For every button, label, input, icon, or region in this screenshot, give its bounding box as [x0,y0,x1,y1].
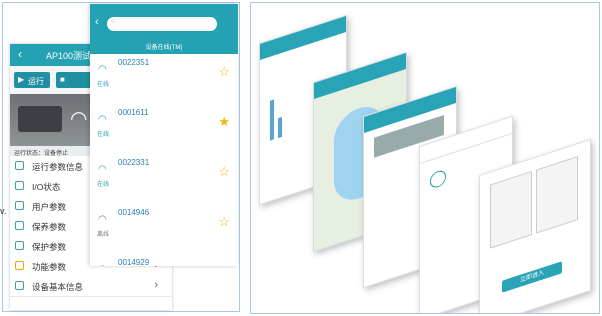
left-marker-text: v. [0,206,7,216]
menu-item-device-info[interactable]: 设备基本信息 › [10,276,172,297]
wifi-icon: ◠ [98,64,107,75]
device-panel-image [536,156,578,234]
online-status: 在线 [97,82,110,88]
device-row[interactable]: ◠ 在线 0001611 ★ [90,104,238,155]
run-button-label: 运行 [28,77,44,86]
monitor-icon [15,161,24,170]
play-icon: ▶ [18,75,25,84]
stop-button[interactable]: ■ [56,72,92,88]
back-chevron-icon[interactable]: ‹ [95,16,99,28]
right-screenshot-frame: 立即进入 [250,2,600,314]
menu-label: 保养参数 [32,222,67,232]
wifi-icon: ◠ [70,108,88,130]
device-row[interactable]: ◠ 0014929 [90,254,238,266]
device-row[interactable]: ◠ 在线 0022331 ☆ [90,154,238,205]
wifi-icon: ◠ [98,164,107,175]
wifi-icon: ◠ [98,114,107,125]
online-status: 离线 [97,232,110,238]
chevron-right-icon: › [154,279,158,291]
stop-icon: ■ [60,75,65,84]
user-icon [15,201,24,210]
list-header: ‹ ○ 设备在线(TM) [90,4,238,54]
status-icon [430,168,446,190]
device-panel-image [490,170,532,249]
menu-label: I/O状态 [32,182,61,192]
star-outline-icon[interactable]: ☆ [218,164,230,180]
io-icon [15,181,24,190]
list-subtitle: 设备在线(TM) [145,45,183,51]
device-list-screen: ‹ ○ 设备在线(TM) ◠ 在线 0022351 ☆ ◠ 在线 0001611… [90,4,238,266]
device-row[interactable]: ◠ 离线 0014946 ☆ [90,204,238,255]
online-status: 在线 [97,132,110,138]
enter-button[interactable]: 立即进入 [502,261,562,293]
chart-bar [278,116,282,139]
device-body [18,106,62,132]
menu-label: 设备基本信息 [32,282,84,292]
function-icon [15,261,24,270]
device-id: 0001611 [118,108,149,117]
menu-label: 用户参数 [32,202,67,212]
wrench-icon [15,221,24,230]
search-input[interactable] [107,17,217,31]
run-button[interactable]: ▶ 运行 [14,72,50,88]
card-header [260,16,346,60]
menu-label: 功能参数 [32,262,67,272]
wifi-off-icon: ◠ [98,214,107,225]
device-id: 0014929 [118,258,150,266]
device-id: 0022351 [118,58,150,67]
star-filled-icon[interactable]: ★ [218,114,230,130]
device-id: 0022331 [118,158,150,167]
back-chevron-icon[interactable]: ‹ [18,47,22,61]
online-status: 在线 [97,182,110,188]
info-icon [15,281,24,290]
wifi-icon: ◠ [98,264,110,266]
shield-icon [15,241,24,250]
menu-label: 运行参数信息 [32,162,84,172]
device-id: 0014946 [118,208,150,217]
menu-label: 保护参数 [32,242,67,252]
chart-bar [270,99,274,141]
device-row[interactable]: ◠ 在线 0022351 ☆ [90,54,238,105]
detail-title: AP100测试 [46,51,92,61]
star-outline-icon[interactable]: ☆ [218,214,230,230]
search-icon: ○ [111,18,116,25]
star-outline-icon[interactable]: ☆ [218,64,230,80]
